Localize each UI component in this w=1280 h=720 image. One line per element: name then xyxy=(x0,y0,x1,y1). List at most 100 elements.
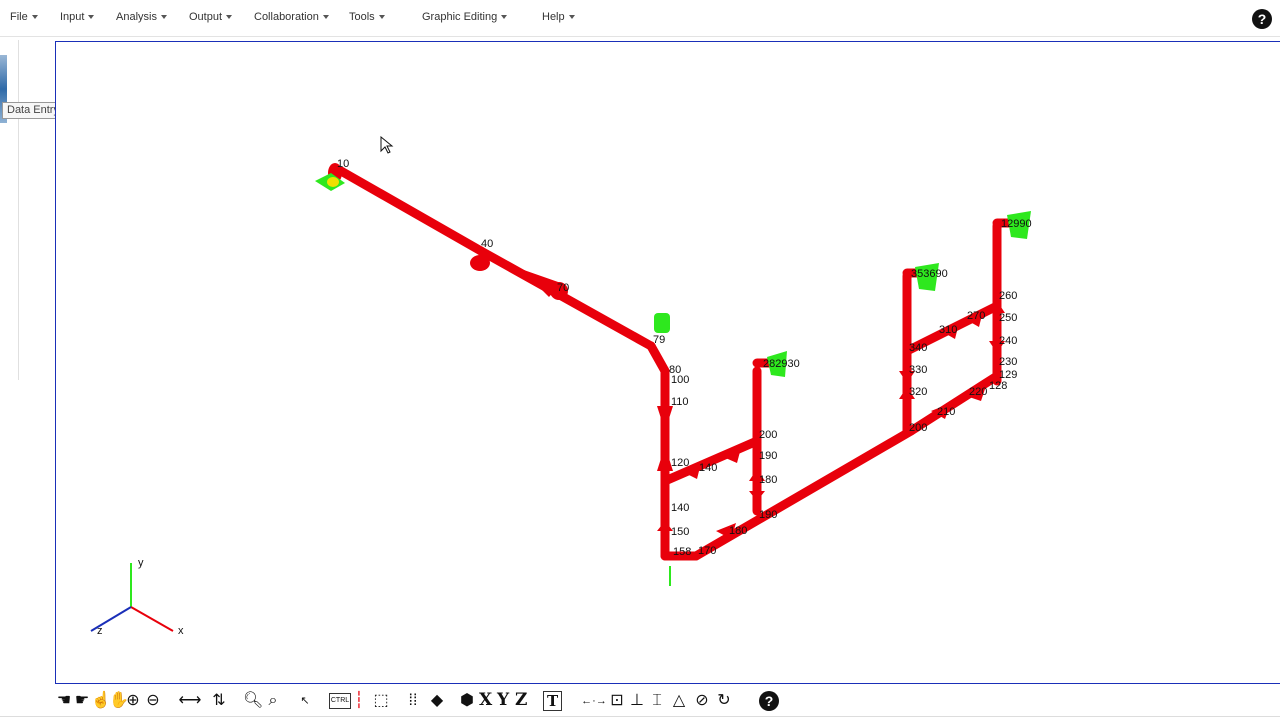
node-label: 200 xyxy=(909,422,927,434)
chevron-down-icon xyxy=(568,15,575,20)
pan-hand-icon[interactable]: ☚ xyxy=(55,691,73,711)
pointer-icon[interactable]: ↖ xyxy=(297,691,313,711)
menu-tools-label: Tools xyxy=(349,11,375,23)
node-label: 190 xyxy=(759,450,777,462)
toolbar-help-icon[interactable]: ? xyxy=(759,691,779,711)
pipe-valve xyxy=(657,406,673,431)
chevron-down-icon xyxy=(31,15,38,20)
annotation-icon[interactable]: △ xyxy=(669,691,689,711)
restraint-support xyxy=(654,313,670,333)
menu-collaboration[interactable]: Collaboration xyxy=(254,11,329,23)
z-axis-label: z xyxy=(97,625,103,637)
menu-help-label: Help xyxy=(542,11,565,23)
help-icon[interactable]: ? xyxy=(1252,9,1272,29)
node-label: 120 xyxy=(671,457,689,469)
render-icon[interactable]: ◆ xyxy=(427,691,447,711)
chevron-down-icon xyxy=(160,15,167,20)
chevron-down-icon xyxy=(226,15,233,20)
pipe-flange xyxy=(470,255,490,271)
node-label: 340 xyxy=(909,342,927,354)
node-label: 180 xyxy=(759,474,777,486)
y-view-button[interactable]: Y xyxy=(497,690,509,710)
node-label: 220 xyxy=(969,386,987,398)
legend-icon[interactable]: ⊘ xyxy=(691,691,713,711)
zoom-in-icon[interactable]: ⊕ xyxy=(123,691,143,711)
node-label: 270 xyxy=(967,310,985,322)
menu-file-label: File xyxy=(10,11,28,23)
node-labels: 10 40 70 79 80 100 110 120 140 140 150 1… xyxy=(337,158,1032,558)
menu-output-label: Output xyxy=(189,11,223,23)
ctrl-select-button[interactable]: CTRL xyxy=(329,693,351,709)
menu-tools[interactable]: Tools xyxy=(349,11,385,23)
zoom-extents-icon[interactable]: ⌕ xyxy=(263,691,283,711)
node-label: 250 xyxy=(999,312,1017,324)
node-label: 330 xyxy=(909,364,927,376)
piping-model: 10 40 70 79 80 100 110 120 140 140 150 1… xyxy=(90,135,1032,637)
zoom-out-icon[interactable]: ⊖ xyxy=(143,691,163,711)
divider xyxy=(0,716,1280,717)
menu-input[interactable]: Input xyxy=(60,11,95,23)
graphics-toolbar: ☚ ☛ ☝ ✋ ⊕ ⊖ ⟷ ⇅ 🔍︎ ⌕ ↖ CTRL ┆ ⬚ ⁞⁞ ◆ ⬢ X… xyxy=(55,688,1280,714)
zoom-window-icon[interactable]: 🔍︎ xyxy=(243,691,263,711)
text-toggle-button[interactable]: T xyxy=(543,691,563,711)
node-label: 140 xyxy=(671,502,689,514)
menu-graphic-editing[interactable]: Graphic Editing xyxy=(422,11,508,23)
model-viewport[interactable]: 10 40 70 79 80 100 110 120 140 140 150 1… xyxy=(55,41,1280,684)
node-label: 10 xyxy=(337,158,349,170)
dimension-icon[interactable]: ←·→ xyxy=(581,691,607,711)
pipe-valve xyxy=(749,491,765,501)
menu-analysis-label: Analysis xyxy=(116,11,157,23)
menu-collaboration-label: Collaboration xyxy=(254,11,319,23)
chevron-down-icon xyxy=(378,15,385,20)
node-numbers-icon[interactable]: ⊥ xyxy=(627,691,647,711)
node-label: 190 xyxy=(759,509,777,521)
node-label: 282930 xyxy=(763,358,800,370)
chevron-down-icon xyxy=(322,15,329,20)
pan-horizontal-icon[interactable]: ⟷ xyxy=(175,691,205,711)
pan-vertical-icon[interactable]: ⇅ xyxy=(205,691,233,711)
3d-view-icon[interactable]: ⬢ xyxy=(457,691,477,711)
cursor-icon xyxy=(380,135,394,154)
x-view-button[interactable]: X xyxy=(479,690,492,710)
menu-help[interactable]: Help xyxy=(542,11,575,23)
node-label: 310 xyxy=(939,324,957,336)
node-label: 158 xyxy=(673,546,691,558)
anchor-icon xyxy=(327,177,339,187)
node-label: 353690 xyxy=(911,268,948,280)
measure-icon[interactable]: ⊡ xyxy=(607,691,627,711)
pipe-segment xyxy=(476,246,656,351)
x-axis-line xyxy=(130,606,174,632)
node-label: 110 xyxy=(671,396,689,408)
menu-bar: File Input Analysis Output Collaboration… xyxy=(0,0,1280,37)
mouse-cursor xyxy=(380,135,394,154)
node-label: 180 xyxy=(729,525,747,537)
chevron-down-icon xyxy=(88,15,95,20)
x-axis-label: x xyxy=(178,625,184,637)
pan-hand-icon[interactable]: ☛ xyxy=(73,691,91,711)
restraints-icon[interactable]: ⌶ xyxy=(647,691,667,711)
menu-input-label: Input xyxy=(60,11,85,23)
menu-file[interactable]: File xyxy=(10,11,38,23)
node-label: 170 xyxy=(698,545,716,557)
chevron-down-icon xyxy=(501,15,508,20)
node-label: 128 xyxy=(989,380,1007,392)
range-icon[interactable]: ┆ xyxy=(351,691,367,711)
menu-graphic-editing-label: Graphic Editing xyxy=(422,11,498,23)
node-label: 70 xyxy=(557,282,569,294)
axis-triad: y x z xyxy=(90,557,184,637)
node-label: 150 xyxy=(671,526,689,538)
refresh-icon[interactable]: ↻ xyxy=(713,691,735,711)
menu-output[interactable]: Output xyxy=(189,11,233,23)
pipe-segment xyxy=(336,166,486,256)
grid-icon[interactable]: ⁞⁞ xyxy=(403,691,423,711)
z-view-button[interactable]: Z xyxy=(515,690,527,710)
node-label: 230 xyxy=(999,356,1017,368)
node-label: 210 xyxy=(937,406,955,418)
node-label: 79 xyxy=(653,334,665,346)
node-label: 240 xyxy=(999,335,1017,347)
box-select-icon[interactable]: ⬚ xyxy=(371,691,391,711)
node-label: 12990 xyxy=(1001,218,1032,230)
menu-analysis[interactable]: Analysis xyxy=(116,11,167,23)
select-hand-icon[interactable]: ☝ xyxy=(91,691,111,711)
node-label: 100 xyxy=(671,374,689,386)
